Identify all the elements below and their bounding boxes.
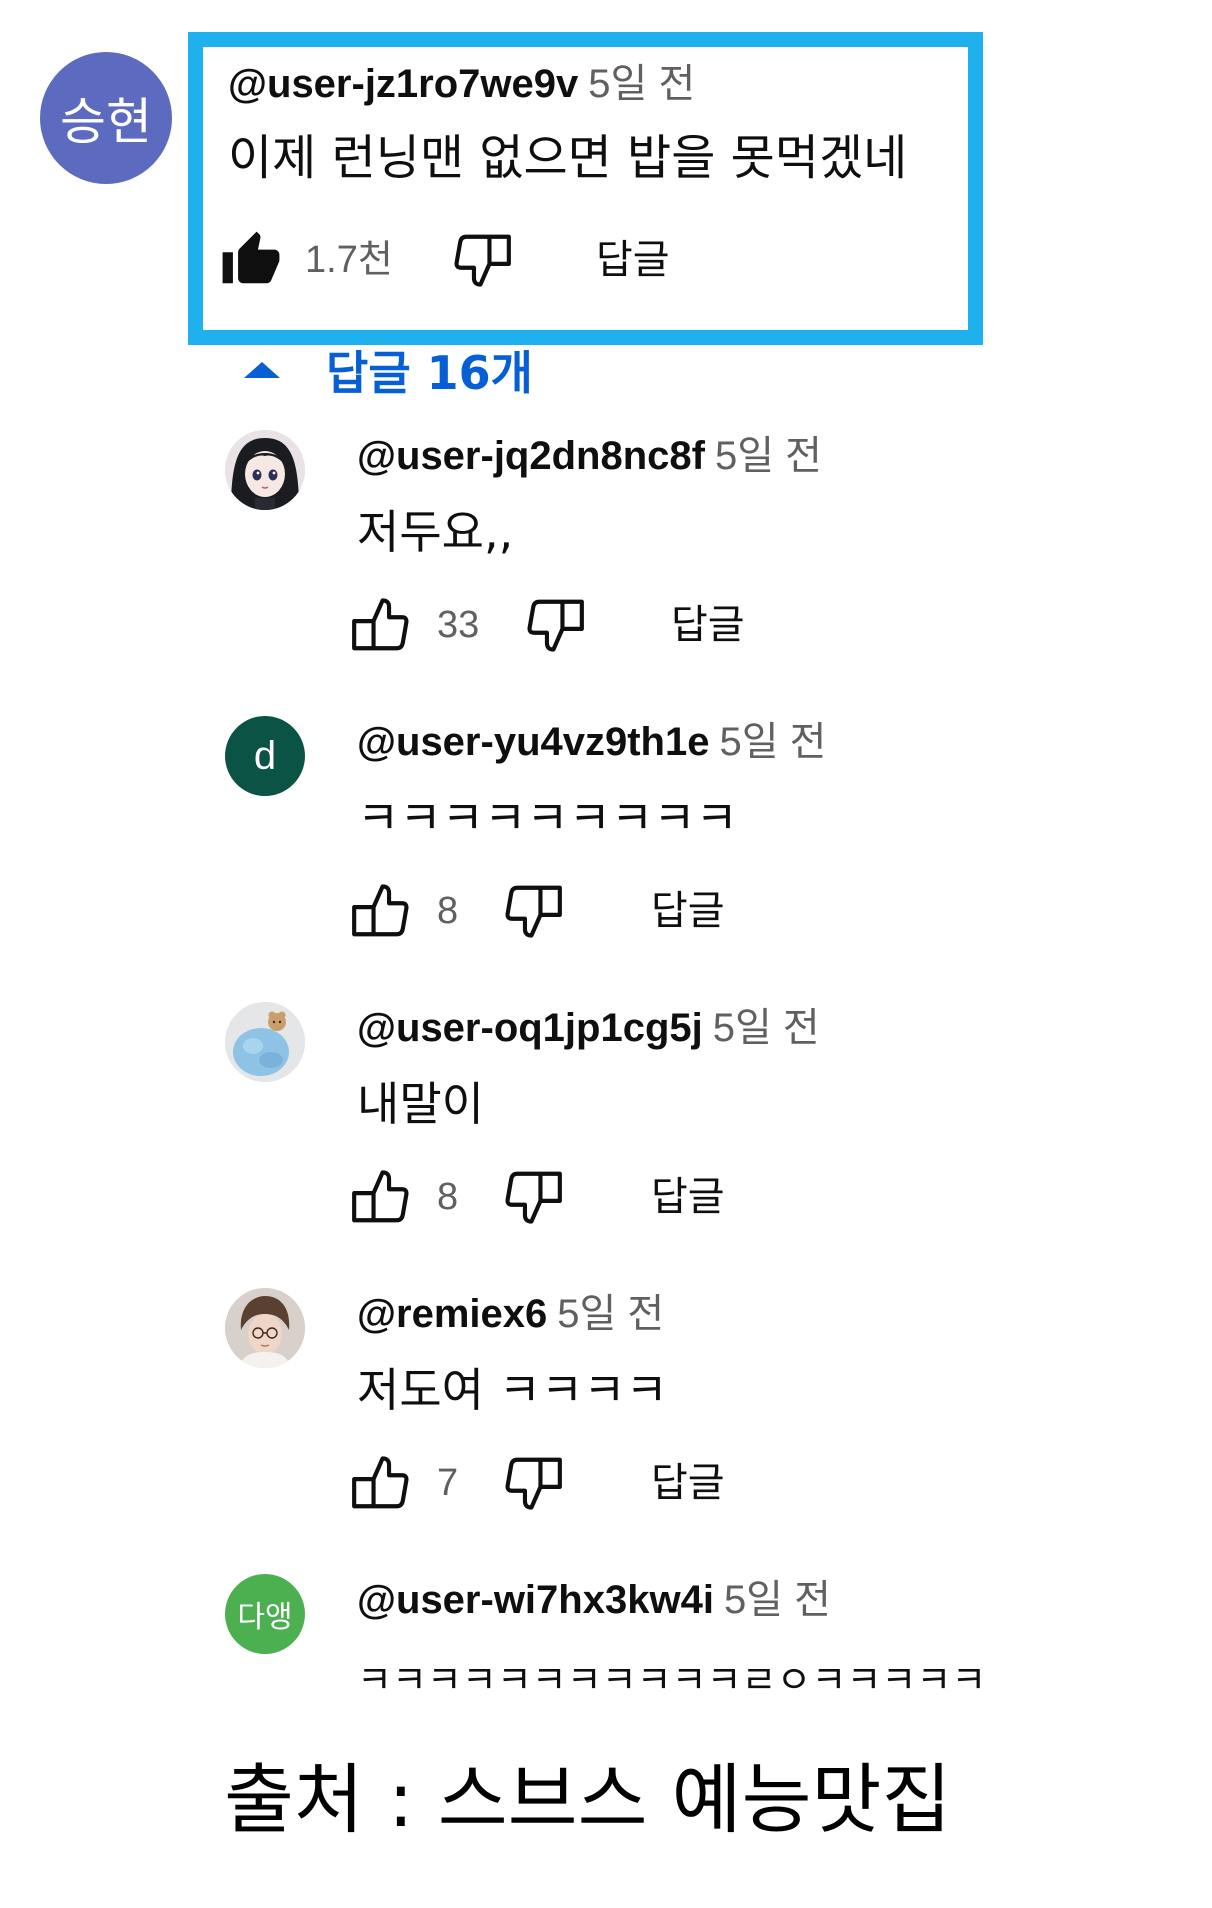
reply-author-line: @user-oq1jp1cg5j 5일 전 [357, 1002, 820, 1054]
main-comment-avatar[interactable]: 승현 [40, 52, 172, 184]
reply-time[interactable]: 5일 전 [719, 720, 826, 764]
reply-author-line: @remiex6 5일 전 [357, 1288, 664, 1340]
reply-time[interactable]: 5일 전 [715, 434, 822, 478]
main-comment-actions: 1.7천 답글 [220, 225, 920, 295]
reply-handle[interactable]: @user-jq2dn8nc8f [357, 434, 705, 478]
dislike-button[interactable] [503, 1162, 565, 1232]
reply-text: ㅋㅋㅋㅋㅋㅋㅋㅋㅋ [357, 791, 738, 845]
caret-up-icon [244, 362, 280, 378]
thumbs-down-icon [505, 885, 562, 938]
reply-text: 저두요,, [357, 505, 514, 559]
thumbs-up-icon [352, 598, 409, 651]
thumbs-up-icon [352, 1170, 409, 1223]
reply-handle[interactable]: @user-wi7hx3kw4i [357, 1578, 714, 1622]
thumbs-down-icon [454, 234, 511, 287]
reply-item: d @user-yu4vz9th1e 5일 전 ㅋㅋㅋㅋㅋㅋㅋㅋㅋ 8 답글 [225, 716, 1185, 976]
like-button[interactable] [349, 590, 411, 660]
reply-time[interactable]: 5일 전 [713, 1006, 820, 1050]
person-photo-avatar[interactable] [225, 1288, 305, 1368]
thumbs-down-icon [505, 1171, 562, 1224]
like-button[interactable] [220, 225, 282, 295]
like-button[interactable] [349, 876, 411, 946]
reply-button[interactable]: 답글 [596, 235, 670, 285]
reply-text: 내말이 [357, 1077, 484, 1131]
main-comment-author-line: @user-jz1ro7we9v 5일 전 [228, 58, 695, 110]
replies-toggle-label: 답글 16개 [326, 346, 533, 400]
reply-actions: 7 답글 [349, 1448, 949, 1518]
reply-author-line: @user-yu4vz9th1e 5일 전 [357, 716, 826, 768]
reply-text: 저도여 ㅋㅋㅋㅋ [357, 1363, 668, 1417]
like-button[interactable] [349, 1448, 411, 1518]
reply-avatar[interactable]: 다앵 [225, 1574, 305, 1654]
like-count: 8 [437, 1176, 459, 1218]
reply-time[interactable]: 5일 전 [724, 1578, 831, 1622]
reply-button[interactable]: 답글 [651, 1458, 725, 1508]
reply-handle[interactable]: @user-yu4vz9th1e [357, 720, 709, 764]
reply-author-line: @user-wi7hx3kw4i 5일 전 [357, 1574, 831, 1626]
reply-item: @user-oq1jp1cg5j 5일 전 내말이 8 답글 [225, 1002, 1185, 1262]
thumbs-down-icon [505, 1457, 562, 1510]
like-button[interactable] [349, 1162, 411, 1232]
reply-text: ㅋㅋㅋㅋㅋㅋㅋㅋㅋㅋㅋㄹㅇㅋㅋㅋㅋㅋ [357, 1658, 987, 1702]
like-count: 8 [437, 890, 459, 932]
reply-item: @remiex6 5일 전 저도여 ㅋㅋㅋㅋ 7 답글 [225, 1288, 1185, 1548]
reply-item: @user-jq2dn8nc8f 5일 전 저두요,, 33 답글 [225, 430, 1185, 690]
reply-actions: 33 답글 [349, 590, 949, 660]
reply-time[interactable]: 5일 전 [557, 1292, 664, 1336]
reply-button[interactable]: 답글 [651, 1172, 725, 1222]
reply-item: 다앵 @user-wi7hx3kw4i 5일 전 ㅋㅋㅋㅋㅋㅋㅋㅋㅋㅋㅋㄹㅇㅋㅋㅋ… [225, 1574, 1185, 1724]
reply-button[interactable]: 답글 [651, 886, 725, 936]
like-count: 33 [437, 604, 480, 646]
reply-actions: 8 답글 [349, 876, 949, 946]
main-comment-time[interactable]: 5일 전 [588, 62, 695, 106]
reply-handle[interactable]: @remiex6 [357, 1292, 547, 1336]
dislike-button[interactable] [525, 590, 587, 660]
reply-avatar[interactable]: d [225, 716, 305, 796]
dislike-button[interactable] [503, 876, 565, 946]
reply-handle[interactable]: @user-oq1jp1cg5j [357, 1006, 703, 1050]
thumbs-up-icon [352, 884, 409, 937]
reply-actions: 8 답글 [349, 1162, 949, 1232]
source-caption: 출처 : 스브스 예능맛집 [224, 1755, 952, 1844]
thumbs-down-icon [527, 599, 584, 652]
thumbs-up-icon [352, 1456, 409, 1509]
dislike-button[interactable] [452, 225, 514, 295]
replies-toggle[interactable]: 답글 16개 [244, 338, 533, 402]
thumbs-up-filled-icon [222, 231, 280, 284]
like-count: 1.7천 [305, 239, 393, 281]
main-comment-text: 이제 런닝맨 없으면 밥을 못먹겠네 [228, 130, 908, 186]
reply-author-line: @user-jq2dn8nc8f 5일 전 [357, 430, 822, 482]
reply-button[interactable]: 답글 [671, 600, 745, 650]
blue-plush-avatar[interactable] [225, 1002, 305, 1082]
like-count: 7 [437, 1462, 459, 1504]
anime-girl-avatar[interactable] [225, 430, 305, 510]
main-comment-handle[interactable]: @user-jz1ro7we9v [228, 62, 578, 106]
dislike-button[interactable] [503, 1448, 565, 1518]
